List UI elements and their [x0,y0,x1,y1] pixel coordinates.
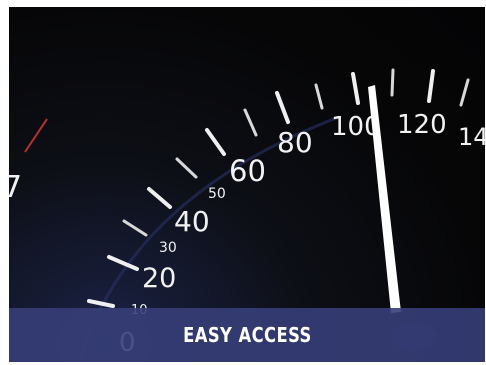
gauge-label-30: 30 [159,240,177,256]
tick-major [205,128,226,156]
gauge-label-40: 40 [174,205,210,238]
gauge-label-50: 50 [208,186,226,202]
gauge-label-20: 20 [142,263,176,294]
tick-major [427,69,435,103]
gauge-label-140-partial: 14 [458,123,485,151]
caption-bar: EASY ACCESS [9,308,485,362]
tick-major [275,91,290,124]
tick-minor [122,219,148,237]
tick-minor [243,108,258,137]
photo-frame: 0 20 40 60 80 100 120 14 10 30 50 7 EASY… [9,7,485,362]
partial-digit: 7 [9,170,22,205]
tick-major [147,187,172,209]
tick-minor [175,157,198,179]
tick-major [87,299,115,308]
caption-text: EASY ACCESS [182,323,312,347]
redline-mark [24,118,48,153]
gauge-label-80: 80 [277,126,313,159]
tick-minor [314,83,324,110]
tick-major [351,72,360,105]
gauge-label-120: 120 [397,110,447,140]
tick-minor [390,68,395,97]
tick-minor [459,78,470,107]
gauge-label-60: 60 [229,154,266,188]
